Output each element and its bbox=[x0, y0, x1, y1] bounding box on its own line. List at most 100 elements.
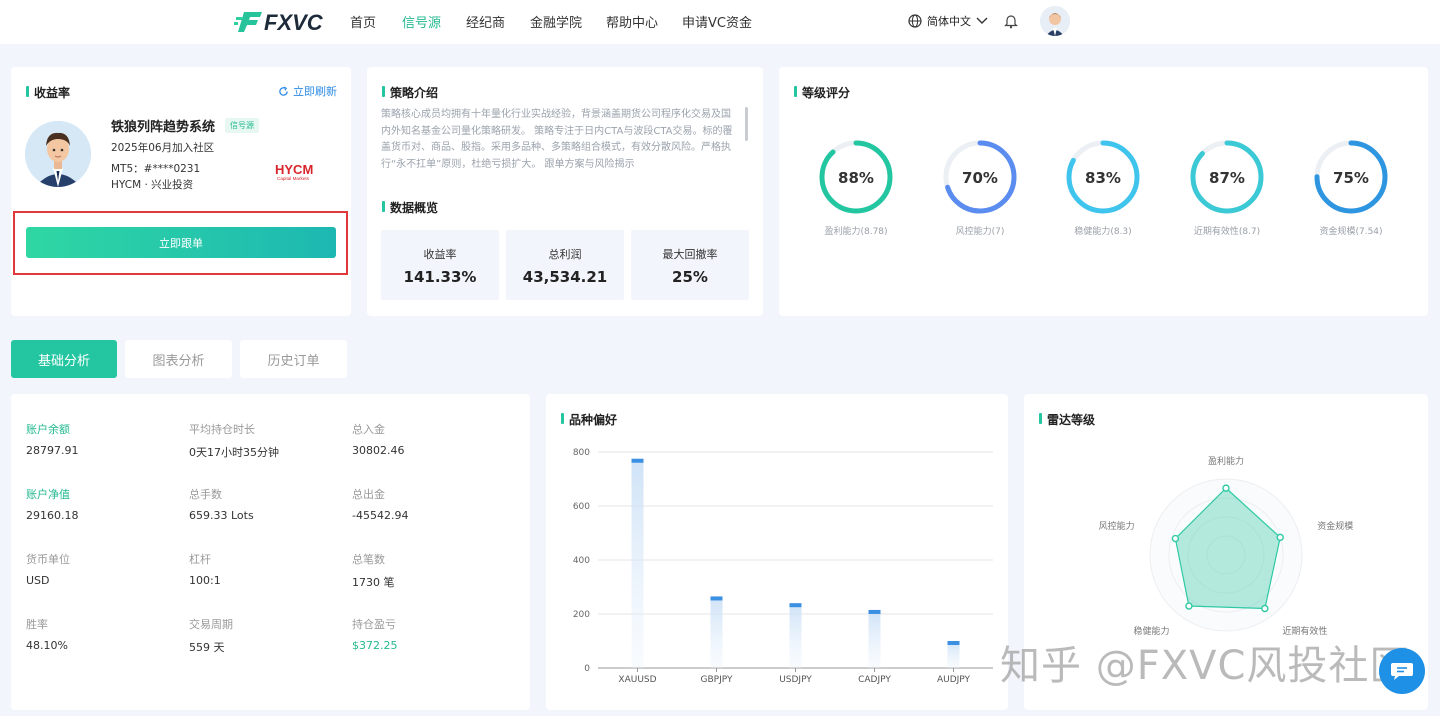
stat-value: 28797.91 bbox=[26, 444, 79, 457]
radar-axis-label: 盈利能力 bbox=[1208, 455, 1244, 467]
strategy-text: 策略核心成员均拥有十年量化行业实战经验，背景涵盖期货公司程序化交易及国内外知名基… bbox=[381, 109, 733, 170]
mt-account: MT5：#****0231 bbox=[111, 163, 201, 175]
nav-item[interactable]: 经纪商 bbox=[466, 12, 505, 31]
user-avatar[interactable] bbox=[1040, 6, 1070, 36]
nav-item[interactable]: 首页 bbox=[350, 12, 376, 31]
top-navbar: FXVC 首页 信号源 经纪商 金融学院 帮助中心 申请VC资金 简体中文 bbox=[0, 0, 1440, 44]
bar-cap bbox=[631, 458, 644, 463]
gauge-value: 87% bbox=[1209, 169, 1245, 187]
fxvc-logo[interactable]: FXVC bbox=[234, 8, 326, 34]
stat-value: USD bbox=[26, 574, 50, 587]
gauge-label: 近期有效性(8.7) bbox=[1193, 227, 1261, 237]
gauge-label: 资金规模(7.54) bbox=[1319, 227, 1383, 237]
stat-value: 43,534.21 bbox=[522, 268, 608, 286]
preference-card: 品种偏好 0 200 400 600 800 XAUUSD GBPJPY USDJPY CADJ… bbox=[546, 394, 1008, 710]
y-tick-label: 800 bbox=[573, 448, 590, 458]
bar bbox=[947, 641, 960, 668]
stat-value: $372.25 bbox=[352, 639, 398, 652]
strategy-scrollbar[interactable] bbox=[745, 107, 748, 141]
signal-avatar bbox=[25, 121, 91, 187]
x-tick-label: CADJPY bbox=[858, 675, 891, 685]
refresh-icon bbox=[279, 85, 288, 96]
rating-card: 等级评分 88% 盈利能力(8.78) 70% 风控能力(7) 83% 稳健能力(8.3)… bbox=[779, 67, 1428, 316]
stat-value: 141.33% bbox=[403, 268, 477, 286]
stat-label: 总出金 bbox=[352, 488, 385, 501]
bar-cap bbox=[868, 609, 881, 614]
bar-cap bbox=[710, 596, 723, 601]
nav-item[interactable]: 申请VC资金 bbox=[682, 12, 752, 31]
tab-history-orders[interactable]: 历史订单 bbox=[240, 340, 347, 378]
stat-label: 总手数 bbox=[189, 488, 222, 501]
stat-value: 100:1 bbox=[189, 574, 221, 587]
stat-value: 25% bbox=[672, 268, 708, 286]
section-title-strategy: 策略介绍 bbox=[382, 84, 438, 101]
join-date: 2025年06月加入社区 bbox=[111, 142, 215, 154]
gauge-value: 88% bbox=[838, 169, 874, 187]
watermark: 知乎 @FXVC风投社区 bbox=[1000, 643, 1411, 689]
bar-cap bbox=[947, 641, 960, 645]
x-tick-label: GBPJPY bbox=[701, 675, 733, 685]
x-tick-label: USDJPY bbox=[779, 675, 812, 685]
stat-label: 平均持仓时长 bbox=[189, 423, 255, 436]
stat-profit: 总利润 43,534.21 bbox=[506, 230, 624, 300]
stat-value: -45542.94 bbox=[352, 509, 409, 522]
radar-axis-label: 风控能力 bbox=[1099, 520, 1135, 532]
svg-text:HYCM: HYCM bbox=[275, 162, 313, 177]
radar-point bbox=[1276, 533, 1284, 542]
chat-icon bbox=[1391, 663, 1413, 680]
stat-label: 收益率 bbox=[423, 248, 457, 261]
rating-gauge: 88% bbox=[819, 140, 893, 214]
gauge-value: 70% bbox=[962, 169, 998, 187]
language-label: 简体中文 bbox=[927, 15, 971, 28]
stat-label: 账户净值 bbox=[26, 488, 70, 501]
globe-icon bbox=[908, 14, 922, 28]
tab-basic-analysis[interactable]: 基础分析 bbox=[11, 340, 117, 378]
rating-gauge: 75% bbox=[1314, 140, 1388, 214]
bar-cap bbox=[789, 603, 802, 608]
stat-return: 收益率 141.33% bbox=[381, 230, 499, 300]
stat-label: 最大回撤率 bbox=[662, 248, 718, 261]
hycm-logo: HYCM Capital Markets bbox=[275, 162, 313, 181]
stat-label: 交易周期 bbox=[189, 618, 233, 631]
language-selector[interactable]: 简体中文 bbox=[908, 13, 988, 29]
gauge-label: 风控能力(7) bbox=[955, 227, 1005, 237]
gauge-label: 盈利能力(8.78) bbox=[824, 227, 888, 237]
stat-value: 29160.18 bbox=[26, 509, 79, 522]
stat-label: 持仓盈亏 bbox=[352, 618, 396, 631]
svg-text:Capital Markets: Capital Markets bbox=[277, 176, 310, 181]
radar-point bbox=[1185, 602, 1193, 610]
strategy-card: 策略介绍 策略核心成员均拥有十年量化行业实战经验，背景涵盖期货公司程序化交易及国… bbox=[367, 67, 763, 316]
stat-value: 559 天 bbox=[189, 641, 225, 654]
broker-name: HYCM · 兴业投资 bbox=[111, 179, 194, 191]
stat-label: 胜率 bbox=[26, 618, 48, 631]
stat-label: 账户余额 bbox=[26, 423, 70, 436]
refresh-label: 立即刷新 bbox=[293, 85, 337, 98]
bar bbox=[710, 596, 723, 668]
nav-item[interactable]: 信号源 bbox=[402, 12, 441, 31]
follow-button[interactable]: 立即跟单 bbox=[26, 227, 336, 258]
radar-point bbox=[1261, 604, 1269, 613]
rating-gauge: 87% bbox=[1190, 140, 1264, 214]
bar bbox=[789, 603, 802, 668]
refresh-button[interactable]: 立即刷新 bbox=[278, 83, 337, 99]
stat-value: 48.10% bbox=[26, 639, 68, 652]
stat-drawdown: 最大回撤率 25% bbox=[631, 230, 749, 300]
section-title-return: 收益率 bbox=[26, 84, 70, 101]
y-tick-label: 600 bbox=[573, 502, 590, 512]
tab-chart-analysis[interactable]: 图表分析 bbox=[125, 340, 232, 378]
x-tick-label: AUDJPY bbox=[937, 675, 971, 685]
stat-label: 杠杆 bbox=[189, 553, 211, 566]
stat-value: 659.33 Lots bbox=[189, 509, 254, 522]
signal-badge: 信号源 bbox=[225, 118, 259, 133]
rating-gauge: 83% bbox=[1066, 140, 1140, 214]
basic-analysis-card: 账户余额 28797.91 平均持仓时长 0天17小时35分钟 总入金 30802.46 账… bbox=[11, 394, 530, 710]
bar bbox=[868, 609, 881, 668]
nav-item[interactable]: 帮助中心 bbox=[606, 12, 658, 31]
bell-icon[interactable] bbox=[1004, 13, 1018, 29]
rating-gauge: 70% bbox=[943, 140, 1017, 214]
radar-point bbox=[1171, 534, 1180, 543]
chat-button[interactable] bbox=[1379, 648, 1425, 694]
nav-item[interactable]: 金融学院 bbox=[530, 12, 582, 31]
stat-label: 货币单位 bbox=[26, 553, 70, 566]
stat-label: 总入金 bbox=[352, 423, 385, 436]
